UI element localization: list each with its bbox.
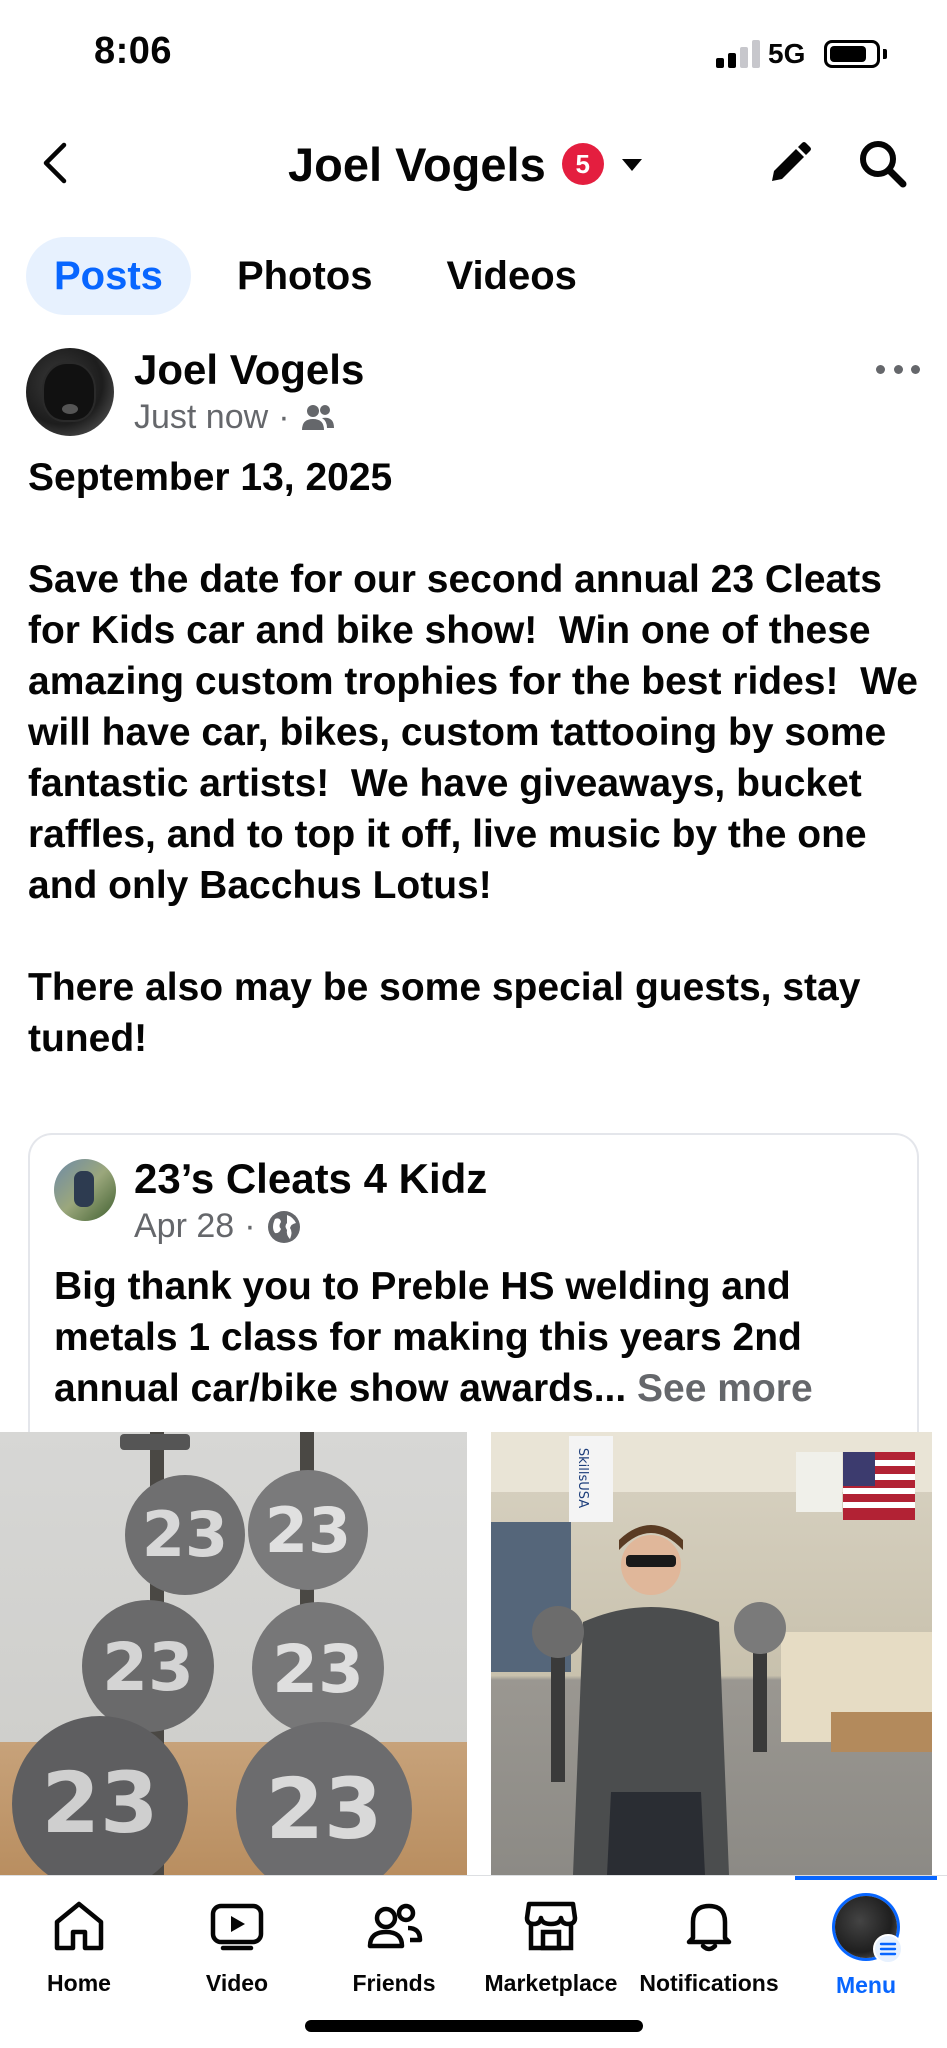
svg-text:23: 23 — [266, 1760, 383, 1858]
post-author[interactable]: Joel Vogels — [134, 346, 364, 394]
menu-avatar — [835, 1896, 903, 1964]
nav-label: Notifications — [639, 1970, 779, 1996]
shared-author[interactable]: 23’s Cleats 4 Kidz — [134, 1155, 487, 1203]
shared-meta: Apr 28 · — [134, 1207, 302, 1246]
shared-date[interactable]: Apr 28 — [134, 1207, 234, 1246]
post-text: September 13, 2025 Save the date for our… — [28, 456, 918, 1060]
more-options-button[interactable] — [876, 356, 920, 382]
nav-menu[interactable]: Menu — [787, 1896, 945, 2006]
shared-post-card[interactable]: 23’s Cleats 4 Kidz Apr 28 · Big thank yo… — [28, 1133, 919, 1473]
chevron-left-icon — [43, 142, 67, 184]
video-icon — [210, 1903, 264, 1951]
student-photo[interactable]: SkillsUSA — [491, 1432, 932, 1875]
tab-posts[interactable]: Posts — [26, 237, 191, 315]
profile-switcher[interactable]: Joel Vogels 5 — [288, 132, 646, 196]
author-avatar[interactable] — [26, 348, 114, 436]
home-indicator[interactable] — [305, 2020, 643, 2032]
profile-tabs: Posts Photos Videos — [26, 237, 623, 315]
nav-label: Home — [47, 1970, 111, 1996]
photo-gap — [467, 1432, 491, 1875]
nav-label: Friends — [352, 1970, 436, 1996]
battery-tip — [883, 49, 887, 59]
back-button[interactable] — [30, 135, 86, 191]
signal-icon — [716, 40, 762, 68]
trophy-emblem: 23 — [142, 1498, 228, 1571]
photo-strip — [932, 1432, 947, 1875]
tab-videos[interactable]: Videos — [418, 237, 604, 315]
nav-video[interactable]: Video — [158, 1896, 316, 2006]
caret-down-icon — [621, 159, 642, 171]
post-time[interactable]: Just now — [134, 398, 268, 437]
trophies-illustration: 23 23 23 23 23 23 — [12, 1432, 412, 1875]
meta-separator: · — [278, 398, 290, 436]
svg-text:23: 23 — [102, 1629, 194, 1706]
shared-author-avatar[interactable] — [54, 1159, 116, 1221]
friends-icon — [367, 1903, 423, 1949]
page-title: Joel Vogels — [288, 137, 546, 191]
edit-button[interactable] — [762, 137, 816, 191]
pencil-icon — [772, 142, 811, 181]
banner-text: SkillsUSA — [575, 1448, 590, 1508]
search-icon — [860, 141, 907, 188]
active-tab-indicator — [795, 1876, 937, 1880]
globe-icon — [267, 1210, 300, 1243]
see-more-link[interactable]: See more — [637, 1367, 813, 1410]
nav-home[interactable]: Home — [0, 1896, 158, 2006]
marketplace-icon — [524, 1901, 578, 1951]
svg-text:23: 23 — [42, 1754, 159, 1852]
nav-label: Video — [205, 1970, 269, 1996]
nav-friends[interactable]: Friends — [315, 1896, 473, 2006]
search-button[interactable] — [856, 137, 910, 191]
meta-separator: · — [244, 1207, 256, 1245]
shared-text: Big thank you to Preble HS welding and m… — [54, 1261, 904, 1414]
nav-label: Marketplace — [484, 1970, 618, 1996]
battery-icon — [824, 40, 880, 68]
status-time: 8:06 — [94, 30, 173, 72]
network-type: 5G — [768, 38, 806, 69]
nav-notifications[interactable]: Notifications — [630, 1896, 788, 2006]
nav-marketplace[interactable]: Marketplace — [472, 1896, 630, 2006]
nav-label: Menu — [835, 1972, 897, 1998]
home-icon — [54, 1901, 104, 1951]
post-meta: Just now · — [134, 398, 336, 437]
svg-text:23: 23 — [272, 1631, 364, 1708]
bell-icon — [686, 1903, 732, 1952]
friends-audience-icon — [301, 404, 334, 430]
profile-header: Joel Vogels 5 — [0, 115, 947, 215]
notification-badge: 5 — [561, 143, 604, 185]
status-bar: 8:06 5G — [0, 0, 947, 100]
svg-text:23: 23 — [265, 1494, 351, 1567]
tab-photos[interactable]: Photos — [209, 237, 401, 315]
menu-lines-icon — [873, 1934, 903, 1964]
workshop-illustration: SkillsUSA — [491, 1432, 932, 1875]
trophies-photo[interactable]: 23 23 23 23 23 23 — [0, 1432, 467, 1875]
